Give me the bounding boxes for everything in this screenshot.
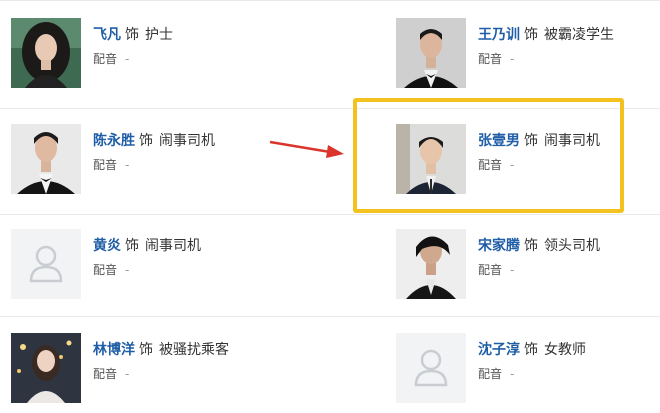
name-line: 黄炎饰闹事司机: [93, 235, 201, 255]
cast-card: 林博洋饰被骚扰乘客 配音 -: [11, 333, 311, 413]
name-line: 沈子淳饰女教师: [478, 339, 586, 359]
role-name: 闹事司机: [159, 133, 215, 149]
red-arrow-icon: [269, 140, 344, 158]
role-prefix: 饰: [139, 133, 153, 149]
cast-card: 黄炎饰闹事司机 配音 -: [11, 229, 311, 309]
role-prefix: 饰: [125, 238, 139, 254]
dub-line: 配音 -: [478, 261, 514, 278]
row-divider: [0, 0, 660, 1]
role-prefix: 饰: [139, 342, 153, 358]
cast-card: 陈永胜饰闹事司机 配音 -: [11, 124, 311, 204]
actor-name-link[interactable]: 林博洋: [93, 342, 135, 358]
actor-photo[interactable]: [396, 18, 466, 88]
role-name: 闹事司机: [145, 238, 201, 254]
dub-label: 配音: [478, 52, 503, 66]
dub-value: -: [125, 158, 130, 172]
row-divider: [0, 316, 660, 317]
dub-label: 配音: [478, 367, 503, 381]
role-name: 被霸凌学生: [544, 27, 614, 43]
role-prefix: 饰: [524, 342, 538, 358]
dub-value: -: [510, 367, 515, 381]
cast-card: 宋家腾饰领头司机 配音 -: [396, 229, 660, 309]
dub-label: 配音: [478, 263, 503, 277]
cast-card: 飞凡饰护士 配音 -: [11, 18, 311, 98]
dub-label: 配音: [93, 52, 118, 66]
dub-label: 配音: [93, 367, 118, 381]
dub-line: 配音 -: [93, 156, 129, 173]
person-icon: [11, 229, 81, 299]
role-name: 女教师: [544, 342, 586, 358]
dub-label: 配音: [93, 158, 118, 172]
role-prefix: 饰: [524, 27, 538, 43]
placeholder-avatar[interactable]: [11, 229, 81, 299]
name-line: 宋家腾饰领头司机: [478, 235, 600, 255]
dub-line: 配音 -: [478, 365, 514, 382]
row-divider: [0, 214, 660, 215]
dub-value: -: [510, 263, 515, 277]
cast-card: 王乃训饰被霸凌学生 配音 -: [396, 18, 660, 98]
actor-name-link[interactable]: 宋家腾: [478, 238, 520, 254]
highlight-box: [353, 98, 624, 213]
role-prefix: 饰: [524, 238, 538, 254]
dub-line: 配音 -: [93, 365, 129, 382]
name-line: 林博洋饰被骚扰乘客: [93, 339, 229, 359]
actor-photo[interactable]: [11, 124, 81, 194]
actor-name-link[interactable]: 王乃训: [478, 27, 520, 43]
actor-name-link[interactable]: 飞凡: [93, 27, 121, 43]
actor-name-link[interactable]: 陈永胜: [93, 133, 135, 149]
actor-photo[interactable]: [11, 18, 81, 88]
actor-photo[interactable]: [396, 229, 466, 299]
dub-line: 配音 -: [93, 261, 129, 278]
dub-value: -: [125, 367, 130, 381]
dub-value: -: [125, 52, 130, 66]
role-prefix: 饰: [125, 27, 139, 43]
role-name: 领头司机: [544, 238, 600, 254]
dub-line: 配音 -: [93, 50, 129, 67]
actor-name-link[interactable]: 沈子淳: [478, 342, 520, 358]
dub-line: 配音 -: [478, 50, 514, 67]
role-name: 被骚扰乘客: [159, 342, 229, 358]
dub-value: -: [510, 52, 515, 66]
dub-label: 配音: [93, 263, 118, 277]
dub-value: -: [125, 263, 130, 277]
name-line: 飞凡饰护士: [93, 24, 173, 44]
placeholder-avatar[interactable]: [396, 333, 466, 403]
name-line: 王乃训饰被霸凌学生: [478, 24, 614, 44]
actor-photo[interactable]: [11, 333, 81, 403]
name-line: 陈永胜饰闹事司机: [93, 130, 215, 150]
person-icon: [396, 333, 466, 403]
cast-card: 沈子淳饰女教师 配音 -: [396, 333, 660, 413]
role-name: 护士: [145, 27, 173, 43]
actor-name-link[interactable]: 黄炎: [93, 238, 121, 254]
